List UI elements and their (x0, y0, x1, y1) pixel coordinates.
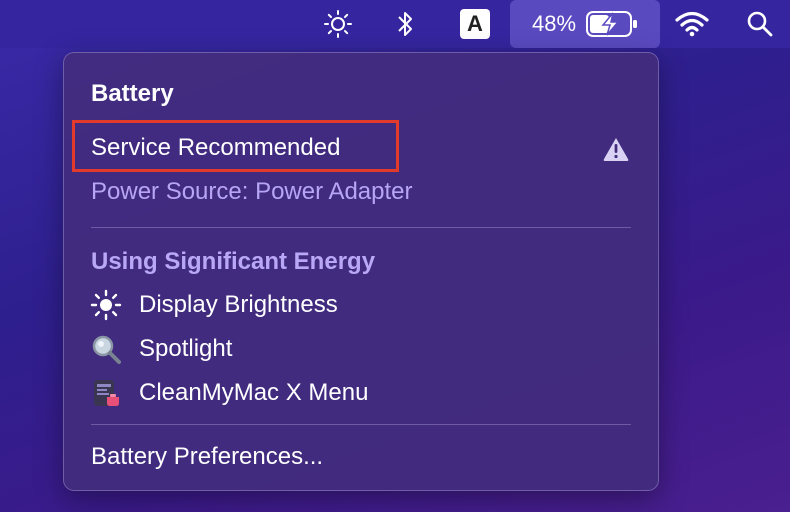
energy-app-item[interactable]: Display Brightness (64, 285, 658, 325)
app-label-spotlight: Spotlight (139, 335, 233, 362)
battery-preferences-item[interactable]: Battery Preferences... (91, 443, 323, 471)
warning-icon (601, 135, 631, 163)
energy-app-item[interactable]: Spotlight (64, 329, 658, 369)
separator (91, 424, 631, 425)
wifi-icon[interactable] (672, 0, 712, 48)
input-source-icon[interactable]: A (458, 0, 492, 48)
search-icon[interactable] (742, 0, 778, 48)
power-source: Power Source: Power Adapter (91, 178, 413, 205)
battery-percent: 48% (531, 11, 577, 36)
app-label-display-brightness: Display Brightness (139, 291, 338, 318)
input-source-letter: A (460, 9, 490, 39)
menu-bar: A 48% (0, 0, 790, 48)
bluetooth-icon[interactable] (390, 0, 420, 48)
battery-menu: Battery Service Recommended Power Source… (63, 52, 659, 491)
energy-section-title: Using Significant Energy (91, 248, 376, 275)
energy-app-item[interactable]: CleanMyMac X Menu (64, 373, 658, 413)
cleanmymac-icon (90, 377, 122, 409)
brightness-icon[interactable] (318, 0, 358, 48)
battery-status-item[interactable]: 48% (510, 0, 660, 48)
menu-title: Battery (91, 80, 174, 107)
magnifier-icon (90, 333, 122, 365)
battery-condition[interactable]: Service Recommended (91, 134, 340, 162)
app-label-cleanmymac: CleanMyMac X Menu (139, 379, 369, 406)
separator (91, 227, 631, 228)
sun-icon (90, 289, 122, 321)
battery-charging-icon (586, 11, 638, 37)
